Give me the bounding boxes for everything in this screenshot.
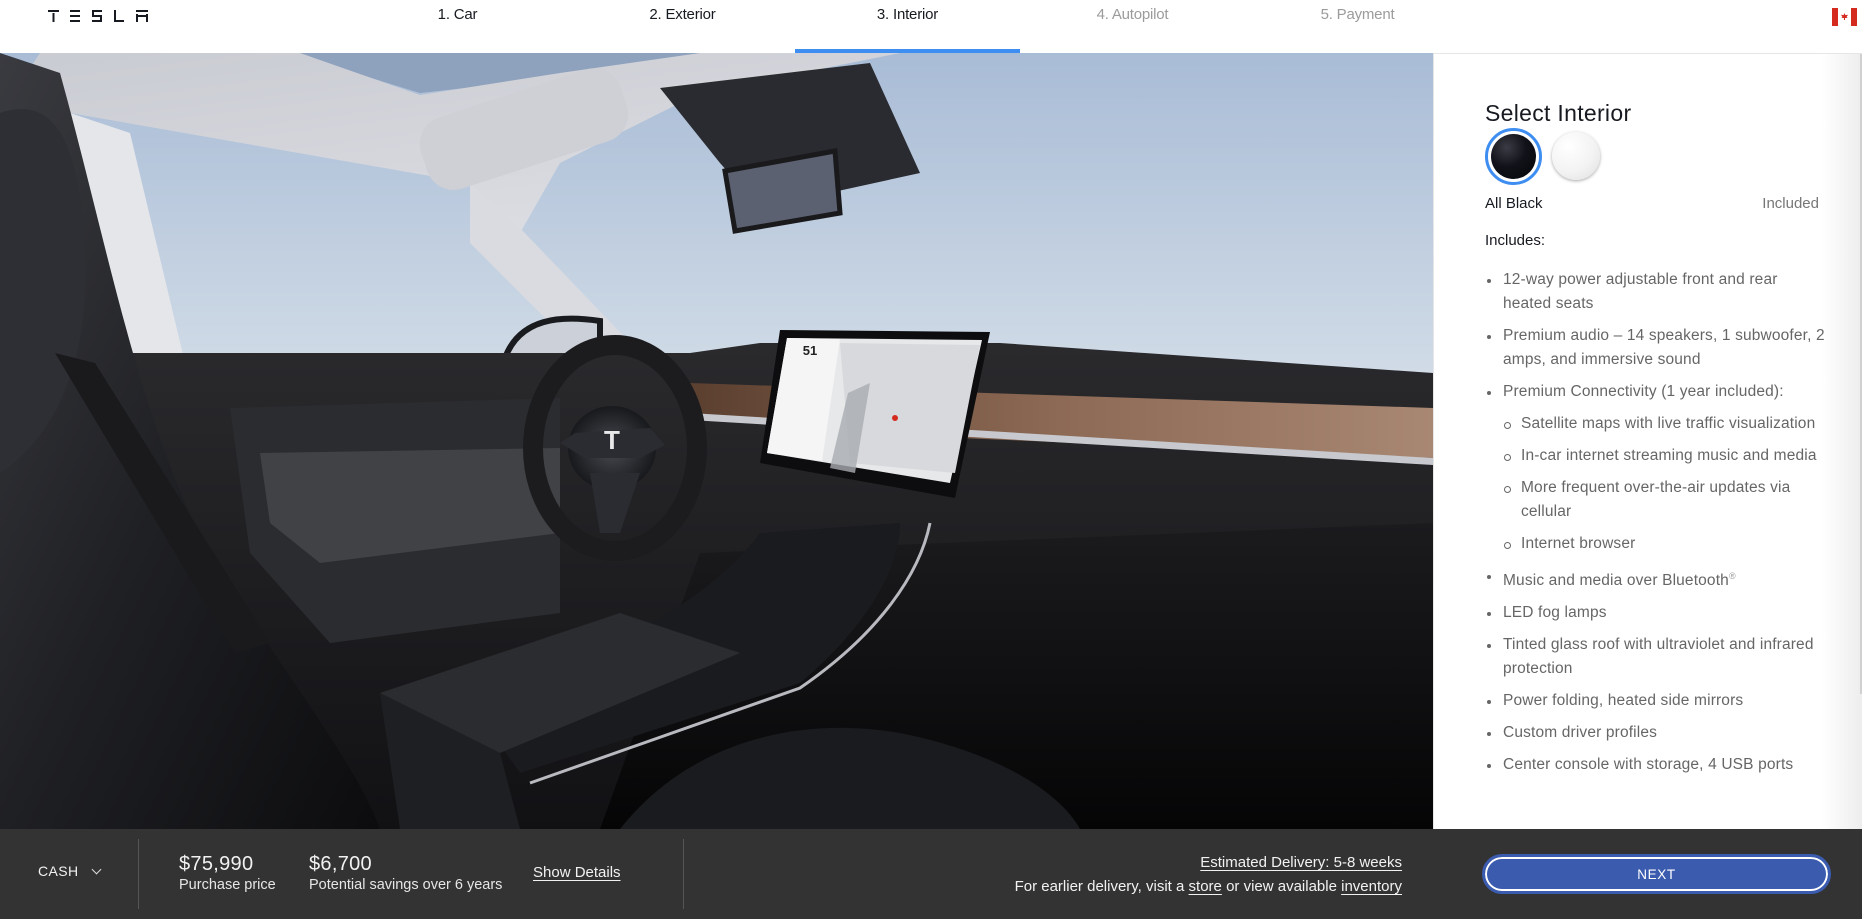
feature-list: 12-way power adjustable front and rear h… [1485, 268, 1825, 785]
next-button[interactable]: NEXT [1482, 854, 1831, 894]
delivery-info: Estimated Delivery: 5-8 weeks For earlie… [1014, 854, 1402, 895]
price-footer: CASH $75,990 Purchase price $6,700 Poten… [0, 829, 1862, 919]
swatch-black-and-white[interactable] [1552, 132, 1600, 180]
step-exterior[interactable]: 2. Exterior [570, 0, 795, 53]
feature-item: Tinted glass roof with ultraviolet and i… [1485, 633, 1825, 681]
sub-feature-item: Satellite maps with live traffic visuali… [1503, 412, 1825, 436]
feature-item: Premium audio – 14 speakers, 1 subwoofer… [1485, 324, 1825, 372]
payment-type-label: CASH [38, 863, 79, 879]
feature-item: Power folding, heated side mirrors [1485, 689, 1825, 713]
tesla-logo[interactable] [48, 10, 149, 22]
checkout-steps: 1. Car 2. Exterior 3. Interior 4. Autopi… [345, 0, 1470, 53]
tesla-emblem: T [604, 425, 620, 455]
swatch-black-disc [1491, 134, 1536, 179]
sub-feature-item: Internet browser [1503, 532, 1825, 556]
savings-block: $6,700 Potential savings over 6 years [309, 854, 502, 894]
screen-speed: 51 [803, 343, 817, 358]
show-details-link[interactable]: Show Details [533, 864, 621, 881]
feature-item: Center console with storage, 4 USB ports [1485, 753, 1825, 777]
purchase-price-block: $75,990 Purchase price [179, 854, 276, 894]
selected-interior-price: Included [1762, 195, 1819, 212]
purchase-price: $75,990 [179, 853, 254, 875]
connectivity-sublist: Satellite maps with live traffic visuali… [1503, 412, 1825, 556]
footer-divider [138, 839, 139, 909]
includes-label: Includes: [1485, 232, 1546, 249]
step-car[interactable]: 1. Car [345, 0, 570, 53]
top-nav: 1. Car 2. Exterior 3. Interior 4. Autopi… [0, 0, 1862, 53]
savings-amount: $6,700 [309, 853, 372, 875]
interior-image: T 51 [0, 53, 1433, 829]
footer-divider [683, 839, 684, 909]
sub-feature-item: More frequent over-the-air updates via c… [1503, 476, 1825, 524]
feature-item: 12-way power adjustable front and rear h… [1485, 268, 1825, 316]
options-panel: Select Interior All Black Included Inclu… [1433, 53, 1862, 829]
payment-type-select[interactable]: CASH [38, 863, 101, 879]
feature-item: Custom driver profiles [1485, 721, 1825, 745]
estimated-delivery-link[interactable]: Estimated Delivery: 5-8 weeks [1200, 854, 1402, 871]
selected-interior-name: All Black [1485, 195, 1543, 212]
chevron-down-icon [91, 864, 101, 874]
swatch-white-disc [1552, 132, 1600, 180]
interior-swatches [1485, 128, 1600, 185]
step-interior[interactable]: 3. Interior [795, 0, 1020, 53]
savings-label: Potential savings over 6 years [309, 877, 503, 893]
feature-item: Music and media over Bluetooth® [1485, 564, 1825, 593]
feature-item: LED fog lamps [1485, 601, 1825, 625]
step-payment[interactable]: 5. Payment [1245, 0, 1470, 53]
sub-feature-item: In-car internet streaming music and medi… [1503, 444, 1825, 468]
inventory-link[interactable]: inventory [1341, 878, 1402, 895]
canada-flag-icon[interactable] [1832, 8, 1857, 26]
registered-mark: ® [1728, 571, 1736, 581]
purchase-price-label: Purchase price [179, 877, 276, 893]
store-link[interactable]: store [1189, 878, 1222, 895]
feature-item: Premium Connectivity (1 year included): … [1485, 380, 1825, 556]
step-autopilot[interactable]: 4. Autopilot [1020, 0, 1245, 53]
interior-photo: T 51 [0, 53, 1433, 829]
swatch-all-black[interactable] [1485, 128, 1542, 185]
panel-title: Select Interior [1485, 100, 1632, 126]
